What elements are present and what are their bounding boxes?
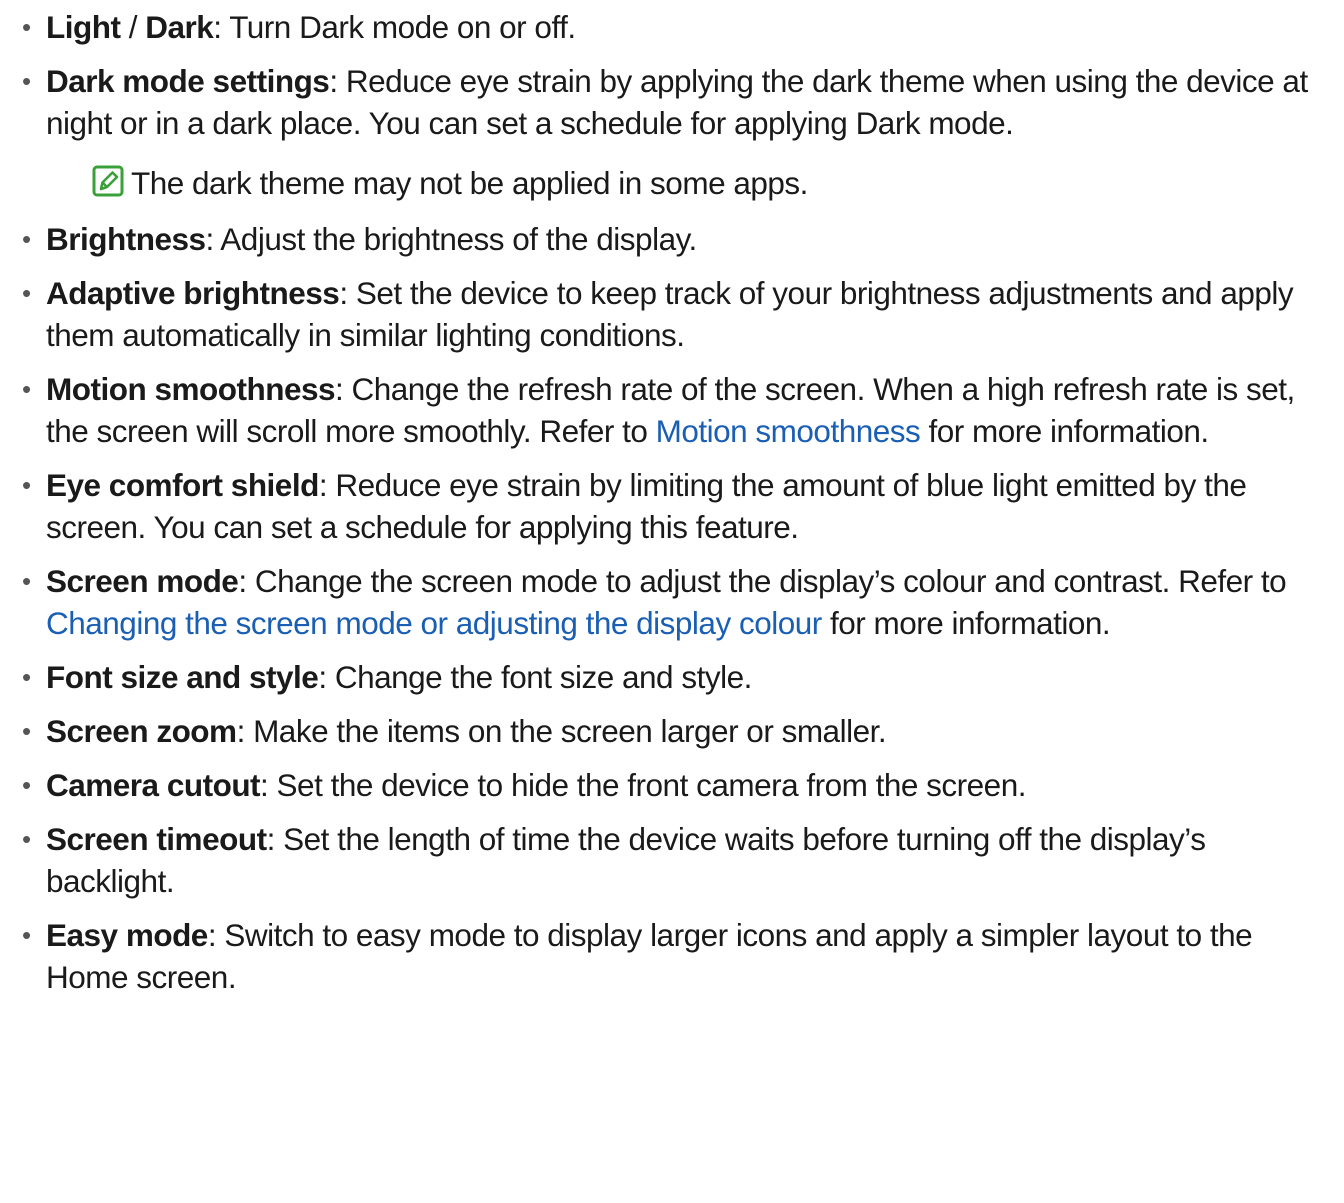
term-motion-smoothness: Motion smoothness (46, 371, 336, 407)
term-dark: Dark (145, 9, 214, 45)
motion-smoothness-link[interactable]: Motion smoothness (656, 413, 921, 449)
settings-description-page: • Light / Dark: Turn Dark mode on or off… (0, 0, 1344, 1203)
list-item-screen-timeout: • Screen timeout: Set the length of time… (0, 818, 1344, 902)
term-screen-timeout: Screen timeout (46, 821, 267, 857)
term-eye-comfort-shield: Eye comfort shield (46, 467, 319, 503)
term-font-size-and-style: Font size and style (46, 659, 319, 695)
term-brightness: Brightness (46, 221, 206, 257)
bullet: • (22, 12, 31, 42)
list-item-brightness: • Brightness: Adjust the brightness of t… (0, 218, 1344, 260)
term-dark-mode-settings: Dark mode settings (46, 63, 330, 99)
item-description: : Set the device to hide the front camer… (260, 767, 1026, 803)
item-description: : Switch to easy mode to display larger … (46, 917, 1253, 995)
term-light: Light (46, 9, 121, 45)
item-description: : Turn Dark mode on or off. (213, 9, 576, 45)
list-item-font-size-and-style: • Font size and style: Change the font s… (0, 656, 1344, 698)
bullet: • (22, 770, 31, 800)
item-description: : Adjust the brightness of the display. (205, 221, 698, 257)
list-item-screen-mode: • Screen mode: Change the screen mode to… (0, 560, 1344, 644)
note-icon (91, 164, 125, 198)
bullet: • (22, 716, 31, 746)
bullet: • (22, 566, 31, 596)
display-settings-list: • Light / Dark: Turn Dark mode on or off… (0, 6, 1344, 998)
bullet: • (22, 278, 31, 308)
bullet: • (22, 374, 31, 404)
term-screen-mode: Screen mode (46, 563, 239, 599)
list-item-light-dark: • Light / Dark: Turn Dark mode on or off… (0, 6, 1344, 48)
list-item-camera-cutout: • Camera cutout: Set the device to hide … (0, 764, 1344, 806)
term-adaptive-brightness: Adaptive brightness (46, 275, 340, 311)
term-screen-zoom: Screen zoom (46, 713, 237, 749)
term-easy-mode: Easy mode (46, 917, 208, 953)
note: The dark theme may not be applied in som… (46, 160, 1330, 206)
bullet: • (22, 824, 31, 854)
term-camera-cutout: Camera cutout (46, 767, 261, 803)
bullet: • (22, 920, 31, 950)
list-item-eye-comfort-shield: • Eye comfort shield: Reduce eye strain … (0, 464, 1344, 548)
item-description: : Change the screen mode to adjust the d… (238, 563, 1287, 599)
bullet: • (22, 470, 31, 500)
bullet: • (22, 662, 31, 692)
note-text: The dark theme may not be applied in som… (131, 165, 808, 201)
item-description-end: for more information. (821, 605, 1111, 641)
item-description-end: for more information. (920, 413, 1210, 449)
screen-mode-link[interactable]: Changing the screen mode or adjusting th… (46, 605, 822, 641)
list-item-dark-mode-settings: • Dark mode settings: Reduce eye strain … (0, 60, 1344, 206)
list-item-screen-zoom: • Screen zoom: Make the items on the scr… (0, 710, 1344, 752)
list-item-easy-mode: • Easy mode: Switch to easy mode to disp… (0, 914, 1344, 998)
list-item-motion-smoothness: • Motion smoothness: Change the refresh … (0, 368, 1344, 452)
item-description: : Make the items on the screen larger or… (236, 713, 887, 749)
bullet: • (22, 224, 31, 254)
item-description: : Change the font size and style. (318, 659, 752, 695)
bullet: • (22, 66, 31, 96)
list-item-adaptive-brightness: • Adaptive brightness: Set the device to… (0, 272, 1344, 356)
term-separator: / (120, 9, 146, 45)
